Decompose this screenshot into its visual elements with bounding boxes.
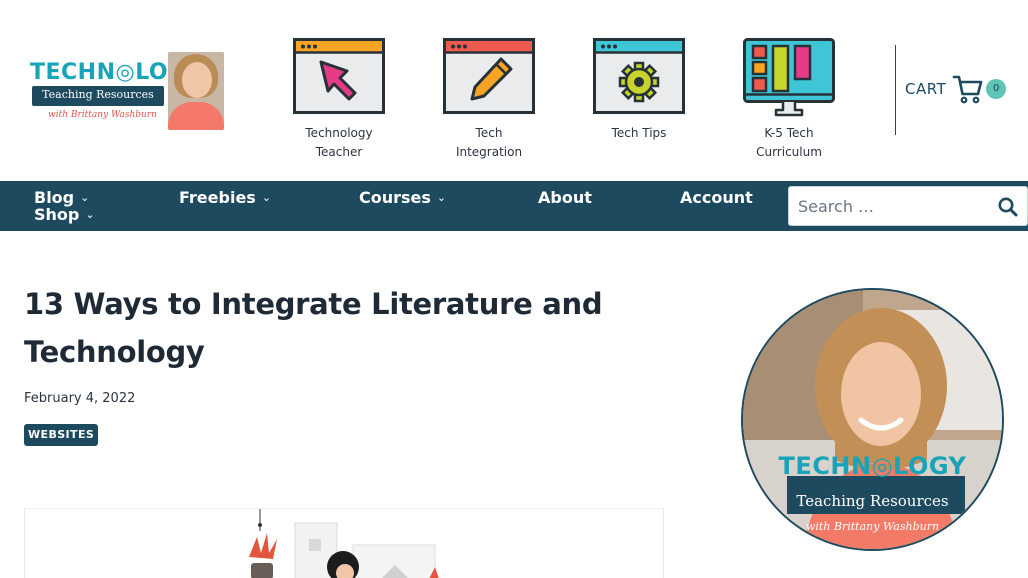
monitor-icon	[743, 38, 835, 117]
header-nav-label: Tech Integration	[455, 126, 523, 159]
search-form	[788, 186, 1028, 226]
chevron-down-icon: ⌄	[85, 208, 95, 221]
featured-illustration	[249, 509, 439, 578]
header-nav-technology-teacher[interactable]: Technology Teacher	[279, 38, 399, 162]
header-nav-k5-curriculum[interactable]: K-5 Tech Curriculum	[729, 38, 849, 162]
header-nav-tech-integration[interactable]: Tech Integration	[429, 38, 549, 162]
nav-item-freebies[interactable]: Freebies ⌄	[179, 188, 271, 207]
avatar-logo-subtitle: Teaching Resources	[796, 492, 949, 510]
post-title: 13 Ways to Integrate Literature and Tech…	[24, 287, 603, 369]
search-button[interactable]	[997, 196, 1019, 218]
logo-script: with Brittany Washburn	[48, 110, 157, 120]
search-input[interactable]	[789, 187, 989, 225]
logo-subtitle: Teaching Resources	[42, 88, 154, 101]
logo-photo	[168, 52, 224, 130]
nav-item-account[interactable]: Account	[680, 188, 753, 207]
cursor-arrow-icon	[293, 38, 385, 114]
header-nav-label: Technology Teacher	[305, 126, 373, 159]
chevron-down-icon: ⌄	[261, 191, 272, 204]
author-photo	[743, 290, 1002, 549]
header-divider	[895, 45, 896, 135]
avatar-logo-script: with Brittany Washburn	[805, 520, 940, 533]
nav-item-shop[interactable]: Shop ⌄	[34, 205, 95, 224]
cart-label: CART	[905, 80, 947, 98]
pencil-icon	[443, 38, 535, 114]
site-header: TECHN◎LOGY Teaching Resources with Britt…	[0, 0, 1028, 181]
chevron-down-icon: ⌄	[436, 191, 447, 204]
cart-count-badge: 0	[986, 79, 1007, 99]
header-nav-tech-tips[interactable]: Tech Tips	[579, 38, 699, 143]
nav-item-courses[interactable]: Courses ⌄	[359, 188, 446, 207]
header-nav-label: Tech Tips	[611, 126, 667, 140]
site-logo[interactable]: TECHN◎LOGY Teaching Resources with Britt…	[30, 48, 224, 132]
author-avatar: TECHN◎LOGY Teaching Resources with Britt…	[741, 288, 1004, 551]
post-date: February 4, 2022	[24, 391, 136, 406]
shopping-cart-icon	[952, 75, 983, 104]
category-tag[interactable]: WEBSITES	[24, 424, 99, 446]
chevron-down-icon: ⌄	[80, 191, 90, 204]
avatar-logo-title: TECHN◎LOGY	[778, 452, 967, 480]
featured-image	[24, 508, 664, 578]
cart-button[interactable]: CART 0	[905, 74, 1007, 104]
search-icon	[998, 197, 1018, 217]
header-nav-label: K-5 Tech Curriculum	[756, 126, 822, 159]
nav-item-about[interactable]: About	[538, 188, 592, 207]
gear-icon	[593, 38, 685, 114]
